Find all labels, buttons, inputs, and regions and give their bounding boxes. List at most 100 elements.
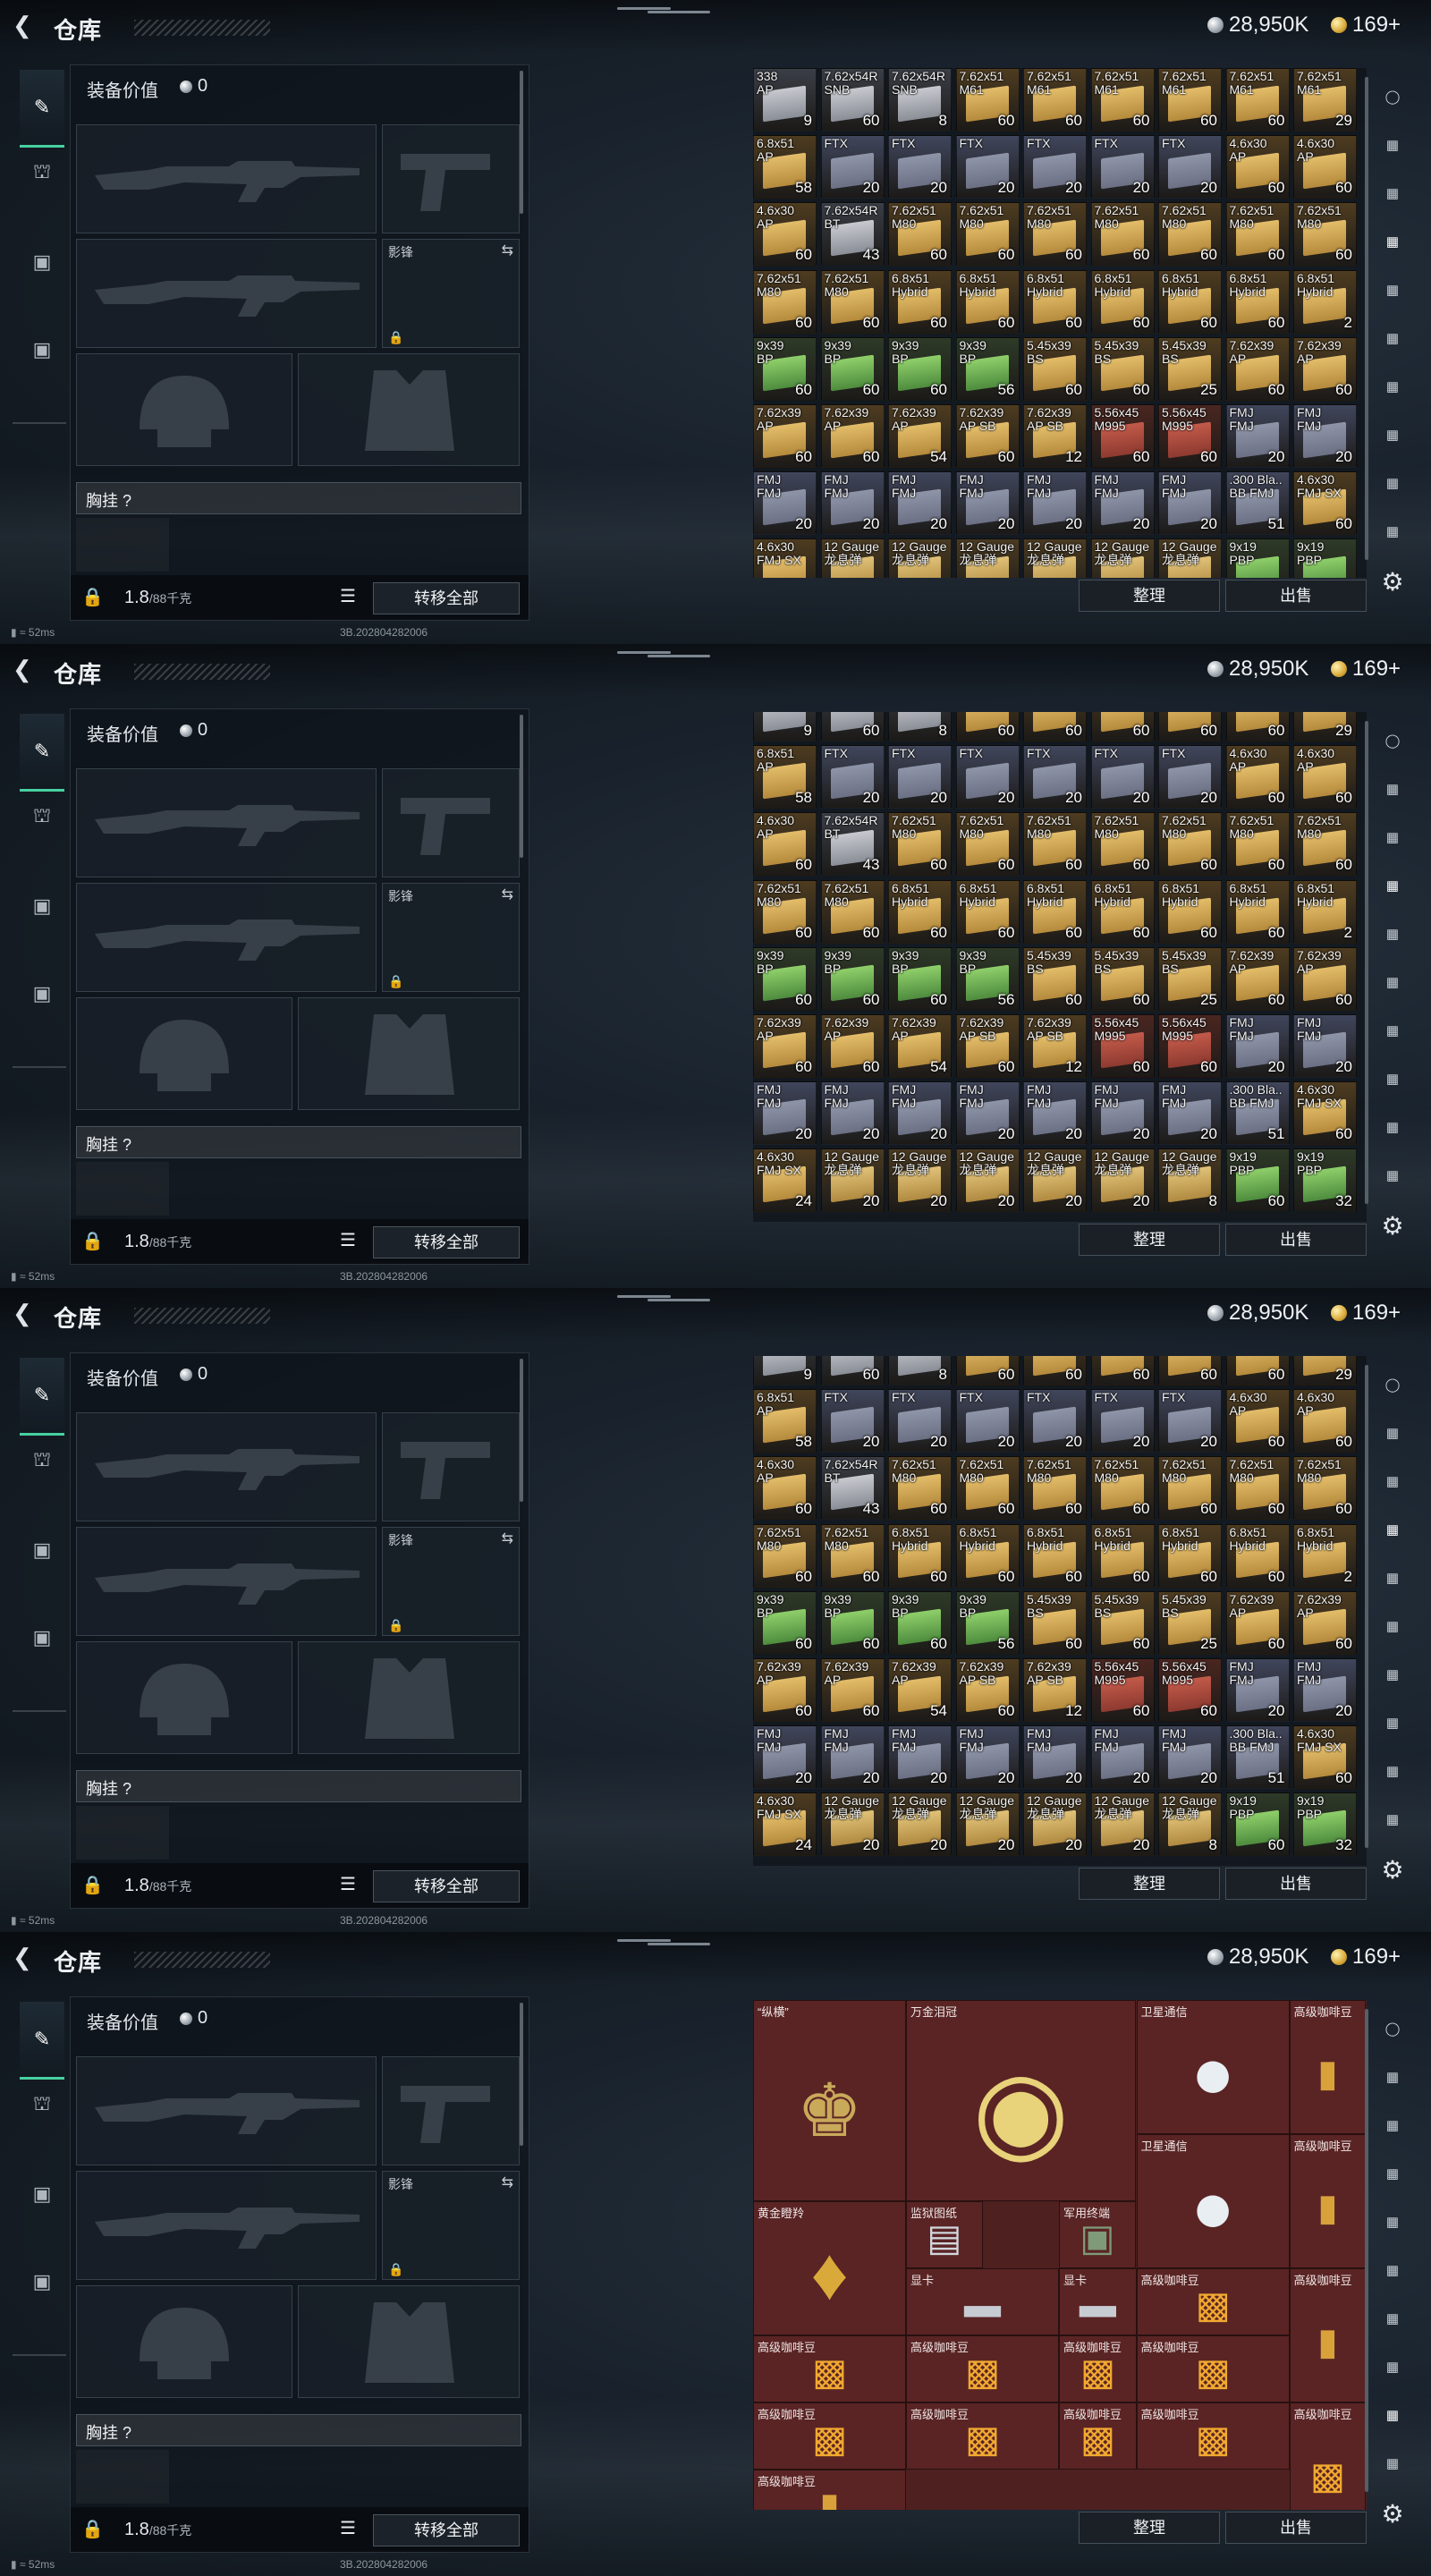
ammo-item[interactable]: 12 Gauge 龙息弹 8 (1158, 1792, 1222, 1857)
lvl6-cat-icon[interactable]: ▦ (1376, 1111, 1410, 1145)
lvl3-cat-icon[interactable]: ▦ (1376, 322, 1410, 356)
ammo-item[interactable]: FMJ FMJ 20 (1225, 1014, 1290, 1078)
ammo-item[interactable]: FTX 20 (1158, 135, 1222, 199)
ammo-item[interactable]: 7.62x51 M80 60 (1225, 812, 1290, 877)
ammo-item[interactable]: 7.62x39 AP SB 60 (955, 404, 1020, 468)
ammo-item[interactable]: 7.62x51 M80 60 (753, 1523, 817, 1588)
ammo-item[interactable]: 6.8x51 Hybrid 60 (1023, 879, 1087, 944)
ammo-item[interactable]: 7.62x51 M80 60 (1023, 812, 1087, 877)
ammo-item[interactable]: 12 Gauge 龙息弹 20 (955, 1148, 1020, 1213)
ammo-item[interactable]: 9x39 BP 60 (820, 946, 885, 1011)
sell-button[interactable]: 出售 (1225, 2512, 1367, 2544)
ammo-item[interactable]: FTX 20 (1023, 1389, 1087, 1453)
ammo-item[interactable]: 9x19 PBP 60 (1225, 1148, 1290, 1213)
transfer-all-button[interactable]: 转移全部 (373, 1226, 520, 1258)
ammo-item[interactable]: 7.62x51 M61 29 (1293, 712, 1357, 741)
armor-slot[interactable] (298, 1641, 520, 1754)
ammo-item[interactable]: 5.45x39 BS 25 (1158, 1590, 1222, 1655)
ammo-item[interactable]: 7.62x51 M80 60 (1023, 202, 1087, 267)
back-arrow-icon[interactable]: ❮ (13, 13, 38, 38)
transfer-all-button[interactable]: 转移全部 (373, 582, 520, 614)
ammo-item[interactable]: 7.62x54R SNB 8 (888, 68, 952, 131)
ammo-item[interactable]: 9x39 BP 60 (820, 1590, 885, 1655)
chest-rig-slot[interactable]: 胸挂 ? (76, 1126, 521, 1158)
ammo-item[interactable]: 338 AP 9 (753, 712, 817, 741)
ammo-item[interactable]: FMJ FMJ 20 (888, 1725, 952, 1790)
ammo-item[interactable]: 7.62x51 M80 60 (820, 1523, 885, 1588)
ammo-item[interactable]: FTX 20 (888, 1389, 952, 1453)
tab-bag[interactable]: ▣ (20, 1615, 64, 1660)
ammo-item[interactable]: 9x39 BP 60 (753, 946, 817, 1011)
lvl5-cat-icon[interactable]: ▦ (1376, 2351, 1410, 2385)
ammo-item[interactable]: 7.62x39 AP SB 60 (955, 1658, 1020, 1722)
ammo-item[interactable]: 4.6x30 FMJ SX 60 (1293, 471, 1357, 536)
tab-armor[interactable]: ▣ (20, 1528, 64, 1572)
ammo-item[interactable]: FMJ FMJ 20 (820, 1081, 885, 1146)
ammo-item[interactable]: 7.62x51 M80 60 (955, 202, 1020, 267)
ammo-item[interactable]: 7.62x51 M80 60 (955, 1456, 1020, 1521)
lvl-cat-icon[interactable]: ▦ (1376, 2157, 1410, 2191)
ammo-item[interactable]: 7.62x39 AP 60 (1293, 946, 1357, 1011)
ammo-item[interactable]: FMJ FMJ 20 (1293, 1014, 1357, 1078)
stash-scrollbar[interactable] (1365, 1365, 1368, 1848)
ammo-item[interactable]: 12 Gauge 龙息弹 20 (888, 538, 952, 578)
melee-slot[interactable]: 影锋 ⇆ 🔒 (382, 1527, 520, 1636)
lvl7-cat-icon[interactable]: ▦ (1376, 1159, 1410, 1193)
ammo-item[interactable]: FMJ FMJ 20 (1293, 404, 1357, 468)
ammo-item[interactable]: FMJ FMJ 20 (1090, 1081, 1155, 1146)
lvl6-cat-icon[interactable]: ▦ (1376, 1755, 1410, 1789)
lvl-cat-icon[interactable]: ▦ (1376, 869, 1410, 903)
ammo-item[interactable]: 7.62x51 M61 29 (1293, 1356, 1357, 1385)
ammo-item[interactable]: 7.62x51 M61 60 (1023, 1356, 1087, 1385)
helmet-cat-icon[interactable]: ◯ (1376, 80, 1410, 114)
tab-helmet[interactable]: ⛫ (20, 2082, 64, 2127)
secondary-weapon-slot[interactable] (76, 239, 377, 348)
ammo-item[interactable]: .300 Bla.. BB FMJ 51 (1225, 1725, 1290, 1790)
lock-icon[interactable]: 🔒 (81, 1874, 104, 1895)
ammo-item[interactable]: 4.6x30 AP 60 (1293, 1389, 1357, 1453)
ammo-item[interactable]: 9x19 PBP 60 (1225, 1792, 1290, 1857)
ammo-item[interactable]: 12 Gauge 龙息弹 20 (1090, 1148, 1155, 1213)
ammo-item[interactable]: 5.45x39 BS 60 (1023, 336, 1087, 401)
ammo-cat-icon[interactable]: ▦ (1376, 177, 1410, 211)
melee-slot[interactable]: 影锋 ⇆ 🔒 (382, 239, 520, 348)
list-view-icon[interactable]: ☰ (337, 586, 359, 607)
secondary-weapon-slot[interactable] (76, 883, 377, 992)
ammo-item[interactable]: 5.56x45 M995 60 (1158, 404, 1222, 468)
ammo-item[interactable]: 9x39 BP 60 (753, 1590, 817, 1655)
ammo-item[interactable]: 7.62x51 M80 60 (888, 1456, 952, 1521)
ammo-item[interactable]: 7.62x39 AP 60 (1293, 336, 1357, 401)
ammo-item[interactable]: 7.62x51 M80 60 (1158, 812, 1222, 877)
gun-cat-icon[interactable]: ▦ (1376, 129, 1410, 163)
ammo-item[interactable]: 6.8x51 Hybrid 60 (1023, 269, 1087, 334)
ammo-item[interactable]: 4.6x30 AP 60 (1293, 745, 1357, 809)
silver-balance[interactable]: 28,950K (1207, 1301, 1308, 1326)
ammo-item[interactable]: 4.6x30 FMJ SX 60 (1293, 1081, 1357, 1146)
ammo-item[interactable]: FTX 20 (955, 745, 1020, 809)
sort-button[interactable]: 整理 (1079, 580, 1220, 612)
ammo-item[interactable]: 9x19 PBP 32 (1293, 538, 1357, 578)
ammo-item[interactable]: 6.8x51 Hybrid 60 (1090, 269, 1155, 334)
ammo-item[interactable]: 9x39 BP 60 (888, 946, 952, 1011)
ammo-item[interactable]: 4.6x30 AP 60 (753, 1456, 817, 1521)
ammo-item[interactable]: 6.8x51 Hybrid 2 (1293, 269, 1357, 334)
ammo-item[interactable]: 9x39 BP 56 (955, 946, 1020, 1011)
primary-weapon-slot[interactable] (76, 2056, 377, 2165)
sort-button[interactable]: 整理 (1079, 1224, 1220, 1256)
ammo-item[interactable]: 7.62x54R BT 43 (820, 812, 885, 877)
ammo-item[interactable]: 7.62x51 M80 60 (1090, 1456, 1155, 1521)
ammo-item[interactable]: FTX 20 (1090, 745, 1155, 809)
ammo-item[interactable]: 7.62x39 AP SB 12 (1023, 404, 1087, 468)
ammo-item[interactable]: 4.6x30 AP 60 (1225, 745, 1290, 809)
equipment-scrollbar[interactable] (520, 2003, 523, 2146)
ammo-item[interactable]: 6.8x51 Hybrid 60 (1090, 1523, 1155, 1588)
tab-weapons[interactable]: ✎ (20, 714, 64, 792)
ammo-item[interactable]: FTX 20 (1023, 135, 1087, 199)
pistol-slot[interactable] (382, 124, 520, 233)
ammo-item[interactable]: 6.8x51 Hybrid 60 (1090, 879, 1155, 944)
ammo-item[interactable]: 7.62x39 AP 60 (820, 1014, 885, 1078)
primary-weapon-slot[interactable] (76, 124, 377, 233)
equipment-scrollbar[interactable] (520, 1359, 523, 1502)
ammo-item[interactable]: FMJ FMJ 20 (1225, 1658, 1290, 1722)
tab-bag[interactable]: ▣ (20, 2259, 64, 2304)
